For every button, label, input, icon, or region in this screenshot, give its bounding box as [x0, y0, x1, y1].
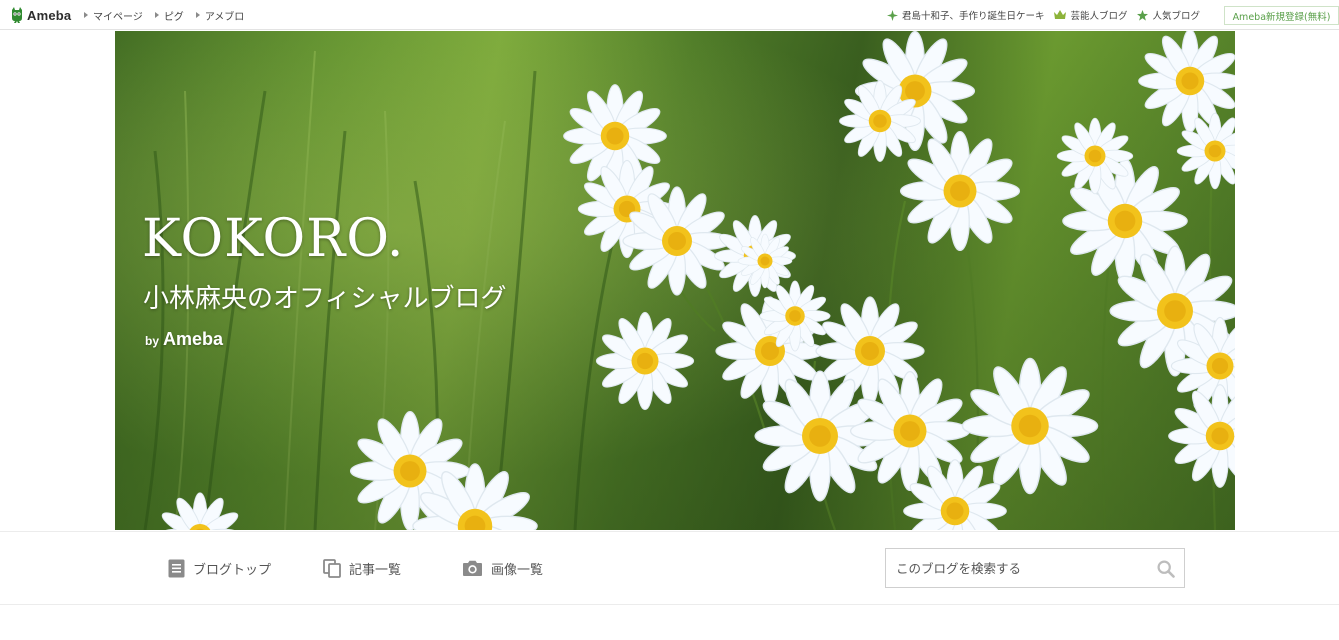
arrow-right-icon: [195, 12, 200, 18]
byline: by Ameba: [145, 329, 223, 350]
nav-link-label: アメブロ: [204, 11, 245, 23]
nav-link-label: ピグ: [163, 11, 184, 23]
entry-list-label: 記事一覧: [349, 562, 402, 578]
blog-search-box: [885, 548, 1185, 588]
global-nav-left: マイページ ピグ アメブロ: [84, 0, 256, 30]
ameba-logo[interactable]: Ameba: [10, 5, 71, 25]
register-button[interactable]: Ameba新規登録(無料): [1224, 6, 1339, 25]
blog-subtitle: 小林麻央のオフィシャルブログ: [143, 284, 507, 314]
blog-header-image[interactable]: KOKORO. 小林麻央のオフィシャルブログ by Ameba: [115, 31, 1235, 530]
celebrity-blog-label: 芸能人ブログ: [1070, 11, 1128, 22]
blog-top-label: ブログトップ: [193, 562, 272, 578]
trending-topic-label: 君島十和子、手作り誕生日ケーキ: [901, 11, 1045, 22]
entry-list-link[interactable]: 記事一覧: [323, 532, 401, 604]
nav-link-pigg[interactable]: ピグ: [154, 8, 184, 23]
popular-blog-link[interactable]: 人気ブログ: [1137, 8, 1200, 22]
blog-title: KOKORO.: [142, 209, 405, 269]
blog-navigation: ブログトップ 記事一覧 画像一覧: [0, 531, 1339, 605]
crown-icon: [1054, 10, 1067, 19]
global-header: Ameba マイページ ピグ アメブロ 君島十和子、手作り誕生日ケーキ 芸能人ブ…: [0, 0, 1339, 30]
sparkle-icon: [886, 9, 898, 21]
star-icon: [1137, 9, 1149, 21]
celebrity-blog-link[interactable]: 芸能人ブログ: [1054, 8, 1127, 22]
logo-text: Ameba: [27, 7, 72, 23]
image-list-label: 画像一覧: [491, 562, 544, 578]
document-icon: [168, 559, 185, 577]
nav-link-label: マイページ: [93, 11, 143, 23]
camera-icon: [463, 560, 482, 576]
arrow-right-icon: [84, 12, 88, 18]
arrow-right-icon: [154, 12, 159, 18]
nav-link-ameblo[interactable]: アメブロ: [195, 8, 245, 23]
nav-link-mypage[interactable]: マイページ: [84, 8, 143, 23]
blog-top-link[interactable]: ブログトップ: [168, 532, 271, 604]
search-icon: [1157, 560, 1175, 578]
byline-by: by: [145, 334, 160, 348]
trending-topic-link[interactable]: 君島十和子、手作り誕生日ケーキ: [886, 8, 1045, 22]
popular-blog-label: 人気ブログ: [1152, 11, 1200, 22]
blog-search-input[interactable]: [886, 549, 1146, 587]
copy-icon: [323, 558, 341, 578]
image-list-link[interactable]: 画像一覧: [462, 532, 543, 604]
byline-brand: Ameba: [163, 329, 224, 349]
search-button[interactable]: [1154, 557, 1178, 581]
ameba-mascot-icon: [12, 7, 22, 23]
global-nav-right: 君島十和子、手作り誕生日ケーキ 芸能人ブログ 人気ブログ: [877, 0, 1200, 30]
